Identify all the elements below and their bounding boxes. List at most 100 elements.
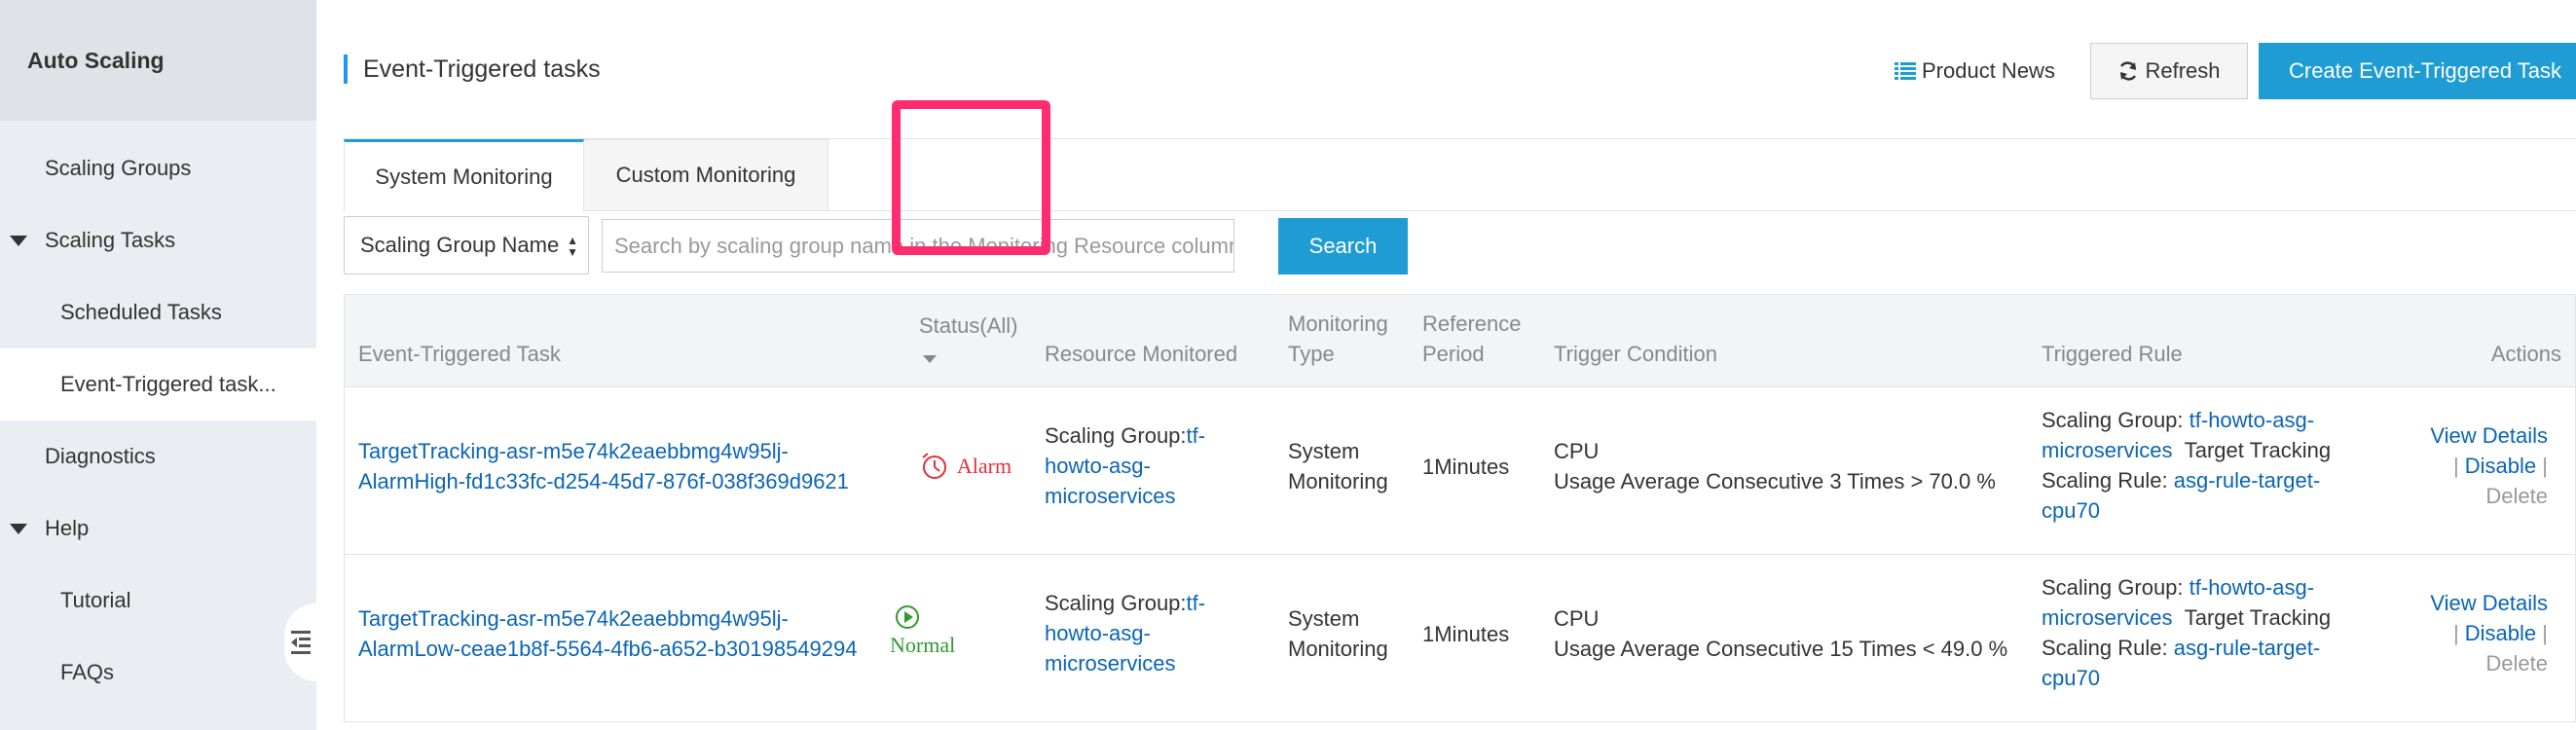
sidebar-item-help[interactable]: Help <box>0 493 316 565</box>
rule-group-link-part2[interactable]: microservices <box>2042 605 2172 630</box>
task-name-line1: TargetTracking-asr-m5e74k2eaebbmg4w95lj- <box>358 606 789 631</box>
rule-group-link-part1[interactable]: tf-howto-asg- <box>2190 575 2314 600</box>
alarm-highlight-box <box>892 100 1050 255</box>
reference-period: 1Minutes <box>1422 455 1510 479</box>
task-name-link[interactable]: TargetTracking-asr-m5e74k2eaebbmg4w95lj-… <box>358 436 849 496</box>
trigger-expression: Usage Average Consecutive 15 Times < 49.… <box>1554 637 2008 661</box>
refresh-button[interactable]: Refresh <box>2090 43 2248 99</box>
tab-system-monitoring[interactable]: System Monitoring <box>344 139 584 212</box>
monitoring-tabs: System Monitoring Custom Monitoring <box>344 139 2576 212</box>
action-separator: | <box>2542 621 2548 645</box>
sidebar-item-label: Event-Triggered task... <box>60 372 276 396</box>
caret-down-icon <box>10 523 27 534</box>
action-separator: | <box>2452 621 2459 645</box>
tab-custom-monitoring[interactable]: Custom Monitoring <box>584 139 828 211</box>
triggered-rule: Scaling Group: tf-howto-asg- microservic… <box>2042 405 2363 526</box>
rule-group-label: Scaling Group: <box>2042 575 2190 600</box>
rule-link-part2[interactable]: cpu70 <box>2042 663 2363 693</box>
rule-type: Target Tracking <box>2184 438 2332 462</box>
sidebar-item-label: Tutorial <box>60 588 131 612</box>
rule-group-link-part1[interactable]: tf-howto-asg- <box>2190 408 2314 432</box>
refresh-label: Refresh <box>2145 58 2221 83</box>
col-resource-monitored: Resource Monitored <box>1045 342 1238 366</box>
search-button[interactable]: Search <box>1278 218 1408 274</box>
col-monitoring-type: Monitoring Type <box>1288 309 1388 369</box>
col-triggered-rule: Triggered Rule <box>2042 342 2183 366</box>
row-actions: View Details | Disable | Delete <box>2430 588 2548 678</box>
monitoring-type-line2: Monitoring <box>1288 637 1388 661</box>
sidebar: Auto Scaling Scaling Groups Scaling Task… <box>0 0 316 730</box>
create-event-triggered-task-button[interactable]: Create Event-Triggered Task <box>2259 43 2576 99</box>
disable-link[interactable]: Disable <box>2465 454 2536 478</box>
resource-link-part3[interactable]: microservices <box>1045 481 1269 511</box>
search-field-select[interactable]: Scaling Group Name ▲ ▼ <box>344 216 589 274</box>
sidebar-item-label: Scaling Groups <box>45 156 192 180</box>
caret-down-icon <box>10 235 27 246</box>
resource-link-part1[interactable]: tf- <box>1187 591 1206 615</box>
sidebar-item-label: Scheduled Tasks <box>60 300 222 324</box>
rule-link-part2[interactable]: cpu70 <box>2042 495 2363 526</box>
play-circle-icon <box>896 605 919 629</box>
monitoring-type-line1: System <box>1288 439 1360 463</box>
alarm-clock-icon <box>922 453 946 479</box>
filter-caret-icon <box>923 355 937 363</box>
resource-prefix: Scaling Group: <box>1045 591 1187 615</box>
action-separator: | <box>2452 454 2459 478</box>
delete-link[interactable]: Delete <box>2430 481 2548 511</box>
col-trigger-condition: Trigger Condition <box>1554 342 1717 366</box>
refresh-icon <box>2120 61 2137 81</box>
sidebar-item-label: Help <box>45 516 90 540</box>
sidebar-item-scheduled-tasks[interactable]: Scheduled Tasks <box>0 276 316 348</box>
product-news-link[interactable]: Product News <box>1895 58 2055 84</box>
rule-link-part1[interactable]: asg-rule-target- <box>2174 468 2320 493</box>
sidebar-item-faqs[interactable]: FAQs <box>0 637 316 709</box>
collapse-menu-icon <box>290 631 311 654</box>
sidebar-item-diagnostics[interactable]: Diagnostics <box>0 420 316 493</box>
rule-group-link-part2[interactable]: microservices <box>2042 438 2172 462</box>
status-label: Alarm <box>956 454 1012 478</box>
page-title: Event-Triggered tasks <box>344 55 601 84</box>
sidebar-item-event-triggered-tasks[interactable]: Event-Triggered task... <box>0 348 316 420</box>
trigger-metric: CPU <box>1554 439 1600 463</box>
sidebar-item-label: Diagnostics <box>45 444 156 468</box>
status-badge: Alarm <box>914 452 1017 481</box>
view-details-link[interactable]: View Details <box>2430 588 2548 618</box>
sidebar-item-label: Scaling Tasks <box>45 228 176 252</box>
table-header: Event-Triggered Task Status(All) Resourc… <box>344 294 2576 387</box>
resource-link-part1[interactable]: tf- <box>1187 423 1206 448</box>
task-name-line2: AlarmHigh-fd1c33fc-d254-45d7-876f-038f36… <box>358 469 849 493</box>
resource-monitored: Scaling Group:tf- howto-asg- microservic… <box>1045 588 1269 678</box>
col-reference-period-line1: Reference <box>1422 311 1522 336</box>
action-separator: | <box>2542 454 2548 478</box>
sidebar-item-scaling-groups[interactable]: Scaling Groups <box>0 132 316 204</box>
rule-link-part1[interactable]: asg-rule-target- <box>2174 636 2320 660</box>
resource-link-part3[interactable]: microservices <box>1045 648 1269 678</box>
table-row: TargetTracking-asr-m5e74k2eaebbmg4w95lj-… <box>344 387 2576 555</box>
disable-link[interactable]: Disable <box>2465 621 2536 645</box>
delete-link[interactable]: Delete <box>2430 648 2548 678</box>
resource-link-part2[interactable]: howto-asg- <box>1045 618 1269 648</box>
list-icon <box>1895 62 1916 80</box>
trigger-expression: Usage Average Consecutive 3 Times > 70.0… <box>1554 469 1996 493</box>
product-news-label: Product News <box>1922 58 2055 83</box>
sidebar-title: Auto Scaling <box>0 0 316 121</box>
col-monitoring-type-line2: Type <box>1288 342 1335 366</box>
monitoring-type-line2: Monitoring <box>1288 469 1388 493</box>
rule-group-label: Scaling Group: <box>2042 408 2190 432</box>
status-badge: Normal <box>890 603 968 658</box>
col-status[interactable]: Status(All) <box>919 310 1017 371</box>
rule-type: Target Tracking <box>2184 605 2332 630</box>
select-arrows-icon: ▲ ▼ <box>567 234 578 259</box>
sidebar-item-scaling-tasks[interactable]: Scaling Tasks <box>0 204 316 276</box>
search-field-select-value: Scaling Group Name <box>360 233 560 257</box>
task-name-link[interactable]: TargetTracking-asr-m5e74k2eaebbmg4w95lj-… <box>358 603 858 664</box>
resource-link-part2[interactable]: howto-asg- <box>1045 451 1269 481</box>
col-actions: Actions <box>2490 342 2561 366</box>
table-row: TargetTracking-asr-m5e74k2eaebbmg4w95lj-… <box>344 555 2576 722</box>
col-reference-period: Reference Period <box>1422 309 1522 369</box>
col-event-triggered-task: Event-Triggered Task <box>358 342 561 366</box>
resource-prefix: Scaling Group: <box>1045 423 1187 448</box>
sidebar-item-tutorial[interactable]: Tutorial <box>0 565 316 637</box>
resource-monitored: Scaling Group:tf- howto-asg- microservic… <box>1045 420 1269 511</box>
view-details-link[interactable]: View Details <box>2430 420 2548 451</box>
